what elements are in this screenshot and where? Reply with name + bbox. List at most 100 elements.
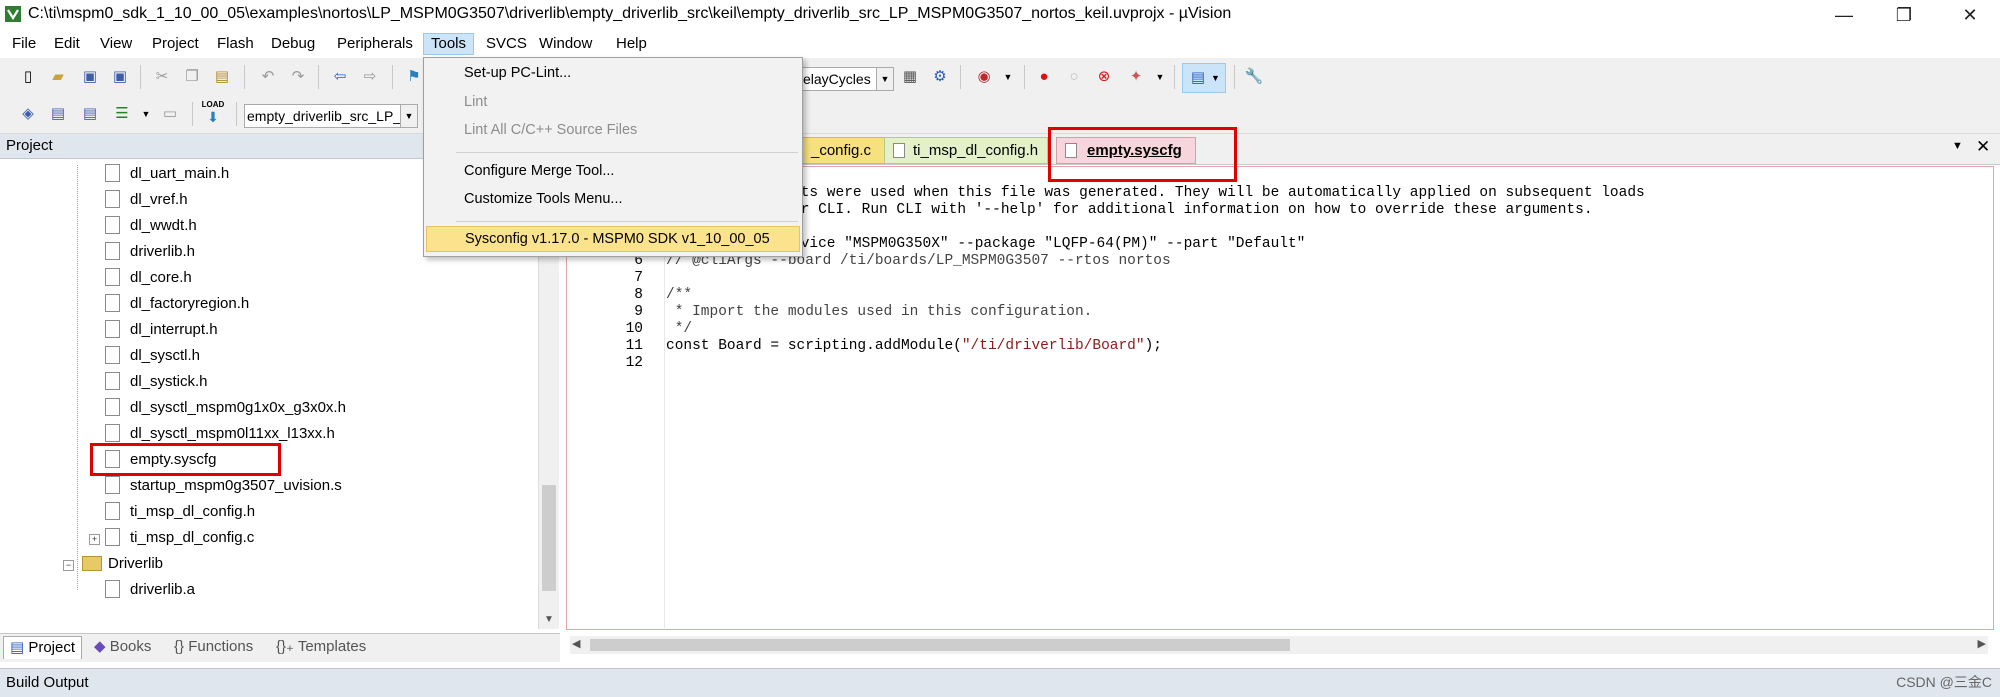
scroll-left-icon[interactable]: ◀ bbox=[572, 637, 580, 650]
cut-icon[interactable]: ✂ bbox=[150, 65, 174, 89]
scroll-right-icon[interactable]: ▶ bbox=[1978, 637, 1986, 650]
menu-view[interactable]: View bbox=[93, 34, 139, 54]
toolbar-separator bbox=[192, 102, 193, 126]
menu-item-lint-all[interactable]: Lint All C/C++ Source Files bbox=[426, 118, 798, 142]
build-icon[interactable]: ▤ bbox=[46, 102, 70, 126]
menu-item-customize-tools-menu[interactable]: Customize Tools Menu... bbox=[426, 187, 798, 211]
paste-icon[interactable]: ▤ bbox=[210, 65, 234, 89]
braces-icon: {} bbox=[174, 638, 189, 655]
menu-svcs[interactable]: SVCS bbox=[479, 34, 534, 54]
open-folder-icon[interactable]: ▰ bbox=[46, 65, 70, 89]
menu-item-lint[interactable]: Lint bbox=[426, 90, 798, 114]
new-file-icon[interactable]: ▯ bbox=[16, 65, 40, 89]
tree-file-item[interactable]: dl_vref.h bbox=[105, 188, 188, 212]
toolbar-separator bbox=[392, 65, 393, 89]
tree-folder-driverlib[interactable]: Driverlib bbox=[82, 552, 163, 576]
close-tab-icon[interactable]: ✕ bbox=[1976, 137, 1990, 157]
tab-list-dropdown-icon[interactable]: ▼ bbox=[1952, 140, 1963, 152]
menu-item-configure-merge-tool[interactable]: Configure Merge Tool... bbox=[426, 159, 798, 183]
tree-file-item[interactable]: dl_sysctl.h bbox=[105, 344, 200, 368]
window-layout-button[interactable]: ▤ ▼ bbox=[1182, 63, 1226, 93]
tree-file-item[interactable]: driverlib.h bbox=[105, 240, 195, 264]
menu-debug[interactable]: Debug bbox=[264, 34, 322, 54]
close-button[interactable]: ✕ bbox=[1940, 0, 2000, 30]
configure-icon[interactable]: ⚙ bbox=[928, 65, 952, 89]
scrollbar-thumb[interactable] bbox=[542, 485, 556, 591]
target-select[interactable]: empty_driverlib_src_LP_M ▼ bbox=[244, 104, 418, 128]
chevron-down-icon[interactable]: ▼ bbox=[1148, 65, 1172, 89]
stop-build-icon[interactable]: ▭ bbox=[158, 102, 182, 126]
tab-templates[interactable]: {}₊ Templates bbox=[270, 636, 372, 658]
expand-icon[interactable]: + bbox=[89, 534, 100, 545]
line-number: 11 bbox=[625, 338, 643, 354]
debug-session-icon[interactable]: ◉ bbox=[972, 65, 996, 89]
highlight-box-editor-tab bbox=[1048, 127, 1237, 182]
tree-file-item[interactable]: dl_sysctl_mspm0g1x0x_g3x0x.h bbox=[105, 396, 346, 420]
find-in-files-icon[interactable]: ▦ bbox=[898, 65, 922, 89]
tree-file-item[interactable]: dl_interrupt.h bbox=[105, 318, 218, 342]
books-icon: ◆ bbox=[94, 638, 110, 655]
tree-file-item[interactable]: dl_systick.h bbox=[105, 370, 208, 394]
rebuild-icon[interactable]: ▤ bbox=[78, 102, 102, 126]
tree-file-item[interactable]: driverlib.a bbox=[105, 578, 195, 602]
editor-horizontal-scrollbar[interactable]: ◀ ▶ bbox=[570, 636, 1988, 654]
navigate-back-icon[interactable]: ⇦ bbox=[328, 65, 352, 89]
menu-window[interactable]: Window bbox=[532, 34, 599, 54]
menu-item-setup-pc-lint[interactable]: Set-up PC-Lint... bbox=[426, 61, 798, 85]
disable-all-breakpoints-icon[interactable]: ⊗ bbox=[1092, 65, 1116, 89]
tab-functions[interactable]: {} Functions bbox=[168, 636, 259, 658]
copy-icon[interactable]: ❐ bbox=[180, 65, 204, 89]
menu-separator bbox=[456, 221, 798, 222]
batch-build-icon[interactable]: ☰ bbox=[110, 102, 134, 126]
code-line: */ bbox=[666, 321, 693, 337]
tab-project[interactable]: ▤ Project bbox=[3, 636, 83, 659]
breakpoint-disabled-icon[interactable]: ○ bbox=[1062, 65, 1086, 89]
undo-icon[interactable]: ↶ bbox=[256, 65, 280, 89]
menu-help[interactable]: Help bbox=[609, 34, 654, 54]
menu-item-sysconfig[interactable]: Sysconfig v1.17.0 - MSPM0 SDK v1_10_00_0… bbox=[426, 226, 800, 252]
menu-edit[interactable]: Edit bbox=[47, 34, 87, 54]
menu-project[interactable]: Project bbox=[145, 34, 206, 54]
navigate-forward-icon[interactable]: ⇨ bbox=[358, 65, 382, 89]
scrollbar-thumb[interactable] bbox=[590, 639, 1290, 651]
download-button[interactable]: LOAD ⬇ bbox=[200, 100, 226, 128]
file-icon bbox=[105, 320, 120, 339]
menu-peripherals[interactable]: Peripherals bbox=[330, 34, 420, 54]
redo-icon[interactable]: ↷ bbox=[286, 65, 310, 89]
kill-breakpoints-icon[interactable]: ✦ bbox=[1124, 65, 1148, 89]
project-pane-title: Project bbox=[6, 137, 53, 154]
line-number: 7 bbox=[634, 270, 643, 286]
chevron-down-icon[interactable]: ▼ bbox=[996, 65, 1020, 89]
file-icon bbox=[893, 142, 905, 158]
chevron-down-icon: ▼ bbox=[400, 105, 417, 127]
menu-tools[interactable]: Tools bbox=[423, 33, 475, 55]
wrench-icon[interactable]: 🔧 bbox=[1242, 65, 1266, 89]
tree-file-item[interactable]: ti_msp_dl_config.c bbox=[105, 526, 254, 550]
tree-file-item[interactable]: dl_wwdt.h bbox=[105, 214, 197, 238]
tree-file-item[interactable]: dl_core.h bbox=[105, 266, 192, 290]
collapse-icon[interactable]: − bbox=[63, 560, 74, 571]
scroll-down-icon[interactable]: ▼ bbox=[539, 611, 559, 629]
tree-file-item[interactable]: dl_uart_main.h bbox=[105, 162, 229, 186]
translate-icon[interactable]: ◈ bbox=[16, 102, 40, 126]
save-icon[interactable]: ▣ bbox=[78, 65, 102, 89]
save-all-icon[interactable]: ▣ bbox=[108, 65, 132, 89]
tab-ti-msp-dl-config-h[interactable]: ti_msp_dl_config.h bbox=[884, 137, 1048, 164]
tree-file-item[interactable]: dl_factoryregion.h bbox=[105, 292, 249, 316]
templates-icon: {}₊ bbox=[276, 638, 298, 655]
chevron-down-icon[interactable]: ▼ bbox=[134, 102, 158, 126]
restore-button[interactable]: ❐ bbox=[1874, 0, 1934, 30]
minimize-button[interactable]: — bbox=[1814, 0, 1874, 30]
breakpoint-icon[interactable]: ● bbox=[1032, 65, 1056, 89]
code-line: const Board = scripting.addModule("/ti/d… bbox=[666, 338, 1162, 354]
tree-file-item[interactable]: ti_msp_dl_config.h bbox=[105, 500, 255, 524]
delay-combo[interactable]: elayCycles ▼ bbox=[802, 67, 894, 91]
menu-flash[interactable]: Flash bbox=[210, 34, 261, 54]
uvision-app-icon bbox=[5, 6, 21, 22]
build-output-panel-header[interactable]: Build Output bbox=[0, 668, 2000, 697]
menu-file[interactable]: File bbox=[5, 34, 43, 54]
code-line: /** bbox=[666, 287, 693, 303]
tab-books[interactable]: ◆ Books bbox=[88, 636, 157, 658]
toolbar-separator bbox=[140, 65, 141, 89]
tree-file-item[interactable]: startup_mspm0g3507_uvision.s bbox=[105, 474, 342, 498]
